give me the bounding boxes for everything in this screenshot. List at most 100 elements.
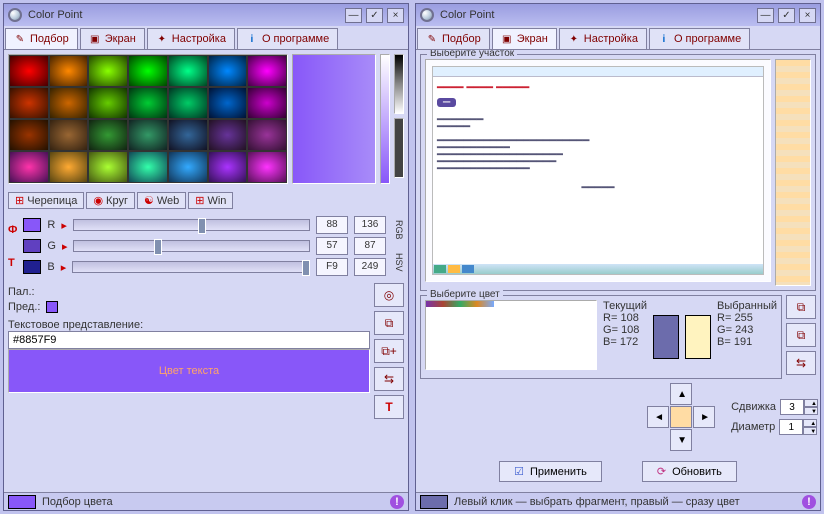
b-hex[interactable]: F9 (316, 258, 348, 276)
info-icon: i (658, 33, 670, 45)
current-label: Текущий (603, 300, 647, 312)
tab-ekran[interactable]: ▣Экран (492, 28, 557, 49)
gray-strip[interactable] (394, 54, 404, 114)
current-values: Текущий R= 108 G= 108 B= 172 (603, 300, 647, 374)
close-button[interactable]: × (799, 8, 816, 23)
body-right: Выберите участок ━━━━ ━━━━ ━━━━━ ━━ ━━━━… (416, 50, 820, 492)
subtab-web[interactable]: ☯Web (137, 192, 186, 209)
tab-podbor[interactable]: ✎Подбор (5, 28, 78, 49)
web-icon: ☯ (144, 194, 154, 207)
tool-copy-button[interactable]: ⧉ (786, 295, 816, 319)
tab-about[interactable]: iО программе (237, 28, 338, 49)
area-fieldset: Выберите участок ━━━━ ━━━━ ━━━━━ ━━ ━━━━… (420, 54, 816, 291)
b-dec[interactable]: 249 (354, 258, 386, 276)
slider-row-g: G ▸ 57 87 (23, 237, 386, 255)
grid-icon: ⊞ (15, 194, 24, 207)
tool-text-button[interactable]: T (374, 395, 404, 419)
refresh-icon: ⟳ (657, 465, 666, 478)
diam-label: Диаметр (731, 421, 775, 433)
shift-spinner[interactable]: ▲▼ (780, 399, 816, 415)
text-representation-input[interactable] (8, 331, 370, 349)
tool-swap-button[interactable]: ⇆ (374, 367, 404, 391)
nav-cross: ▲ ◄ ► ▼ (647, 383, 717, 451)
slider-row-b: B ▸ F9 249 (23, 258, 386, 276)
nav-center[interactable] (670, 406, 692, 428)
tool-copy-button[interactable]: ⧉ (374, 311, 404, 335)
color-history[interactable] (425, 300, 597, 370)
selected-swatch (685, 315, 711, 359)
body-left: ⊞Черепица ◉Круг ☯Web ⊞Win Ф Т R ▸ 88 136 (4, 50, 408, 492)
brightness-strip[interactable] (380, 54, 390, 184)
g-hex[interactable]: 57 (316, 237, 348, 255)
current-swatch (653, 315, 679, 359)
tab-podbor[interactable]: ✎Подбор (417, 28, 490, 49)
titlebar: Color Point — ✓ × (4, 4, 408, 26)
slider-r[interactable] (73, 219, 310, 231)
nav-left[interactable]: ◄ (647, 406, 669, 428)
subtab-win[interactable]: ⊞Win (188, 192, 233, 209)
app-icon (420, 8, 434, 22)
rgb-label[interactable]: RGB (394, 220, 404, 240)
app-icon (8, 8, 22, 22)
t-label: Т (8, 257, 17, 269)
status-text-r: Левый клик — выбрать фрагмент, правый — … (454, 496, 740, 508)
color-palette[interactable] (8, 54, 288, 184)
repr-label: Текстовое представление: (8, 319, 143, 331)
row-swatch-r[interactable] (23, 218, 41, 232)
screenshot-preview[interactable]: ━━━━ ━━━━ ━━━━━ ━━ ━━━━━━━━━━━━━━━━━━━━━… (425, 59, 771, 282)
r-hex[interactable]: 88 (316, 216, 348, 234)
tool-paste-button[interactable]: ⧉ (786, 323, 816, 347)
hsv-label[interactable]: HSV (394, 253, 404, 272)
refresh-button[interactable]: ⟳Обновить (642, 461, 737, 482)
screen-icon: ▣ (501, 33, 513, 45)
check-button[interactable]: ✓ (778, 8, 795, 23)
tab-ekran[interactable]: ▣Экран (80, 28, 145, 49)
apply-button[interactable]: ☑Применить (499, 461, 602, 482)
pred-swatch (46, 301, 58, 313)
row-swatch-g[interactable] (23, 239, 41, 253)
tab-nastroika[interactable]: ✦Настройка (147, 28, 235, 49)
alert-icon[interactable]: ! (390, 495, 404, 509)
check-icon: ☑ (514, 465, 524, 478)
sample-text-preview: Цвет текста (8, 349, 370, 393)
selected-values: Выбранный R= 255 G= 243 B= 191 (717, 300, 777, 374)
tool-paste-button[interactable]: ⧉+ (374, 339, 404, 363)
contrast-strip[interactable] (394, 118, 404, 178)
close-button[interactable]: × (387, 8, 404, 23)
minimap[interactable] (775, 59, 811, 286)
diam-spinner[interactable]: ▲▼ (779, 419, 815, 435)
statusbar-left: Подбор цвета ! (4, 492, 408, 510)
alert-icon[interactable]: ! (802, 495, 816, 509)
status-text: Подбор цвета (42, 496, 113, 508)
check-button[interactable]: ✓ (366, 8, 383, 23)
nav-up[interactable]: ▲ (670, 383, 692, 405)
gear-icon: ✦ (568, 33, 580, 45)
row-swatch-b[interactable] (23, 260, 41, 274)
window-left: Color Point — ✓ × ✎Подбор ▣Экран ✦Настро… (3, 3, 409, 511)
pred-label: Пред.: (8, 301, 40, 313)
titlebar-r: Color Point — ✓ × (416, 4, 820, 26)
r-dec[interactable]: 136 (354, 216, 386, 234)
minimize-button[interactable]: — (345, 8, 362, 23)
tool-pick-button[interactable]: ◎ (374, 283, 404, 307)
select-color-legend: Выберите цвет (427, 289, 503, 300)
slider-b[interactable] (72, 261, 310, 273)
nav-down[interactable]: ▼ (670, 429, 692, 451)
g-dec[interactable]: 87 (354, 237, 386, 255)
tab-about[interactable]: iО программе (649, 28, 750, 49)
subtab-circle[interactable]: ◉Круг (86, 192, 135, 209)
tabbar-r: ✎Подбор ▣Экран ✦Настройка iО программе (416, 26, 820, 50)
nav-right[interactable]: ► (693, 406, 715, 428)
slider-row-r: R ▸ 88 136 (23, 216, 386, 234)
subtab-tile[interactable]: ⊞Черепица (8, 192, 84, 209)
tab-nastroika[interactable]: ✦Настройка (559, 28, 647, 49)
window-title: Color Point (28, 9, 341, 21)
minimize-button[interactable]: — (757, 8, 774, 23)
statusbar-right: Левый клик — выбрать фрагмент, правый — … (416, 492, 820, 510)
circle-icon: ◉ (93, 194, 103, 207)
label-b: B (47, 261, 54, 273)
window-right: Color Point — ✓ × ✎Подбор ▣Экран ✦Настро… (415, 3, 821, 511)
slider-g[interactable] (73, 240, 310, 252)
tool-swap-button[interactable]: ⇆ (786, 351, 816, 375)
selected-label: Выбранный (717, 300, 777, 312)
